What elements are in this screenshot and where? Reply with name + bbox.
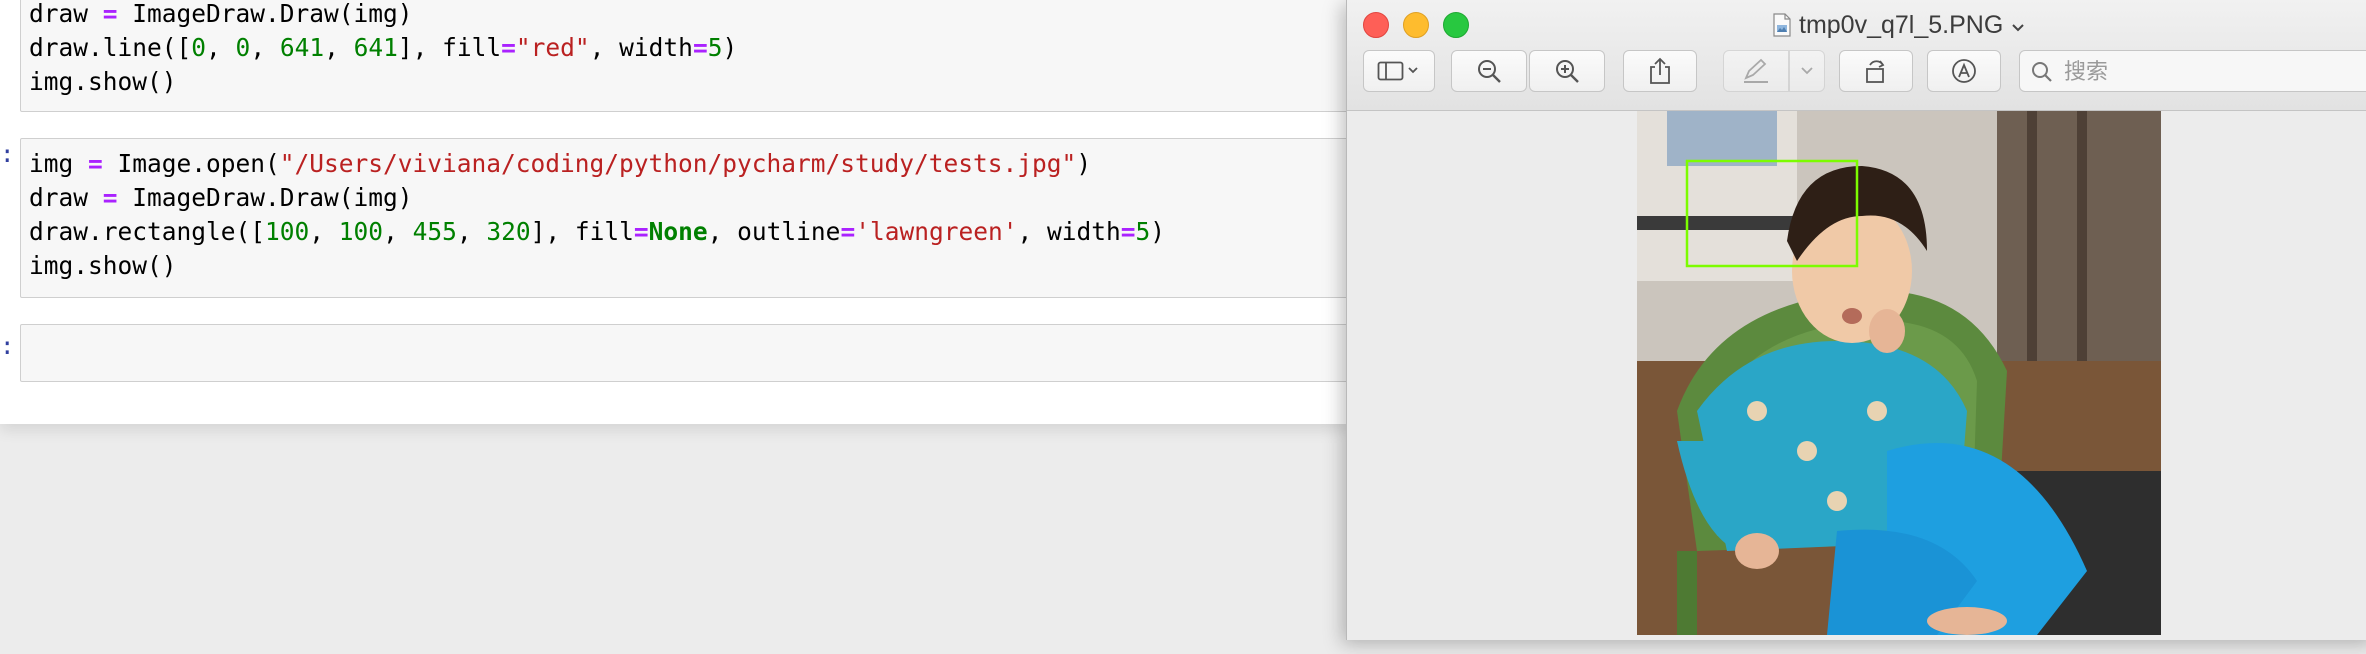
maximize-window-button[interactable] bbox=[1443, 12, 1469, 38]
zoom-out-button[interactable] bbox=[1451, 50, 1527, 92]
zoom-in-icon bbox=[1554, 58, 1580, 84]
window-titlebar[interactable]: tmp0v_q7l_5.PNG bbox=[1347, 0, 2366, 111]
code-cell-1[interactable]: draw = ImageDraw.Draw(img) draw.line([0,… bbox=[20, 0, 1350, 112]
cell-2-prompt: : bbox=[0, 140, 15, 168]
preview-window: tmp0v_q7l_5.PNG bbox=[1346, 0, 2366, 640]
markup-dropdown-button[interactable] bbox=[1789, 50, 1825, 92]
chevron-down-icon[interactable] bbox=[2011, 11, 2025, 40]
png-file-icon bbox=[1773, 13, 1791, 37]
cell-3-prompt: : bbox=[0, 332, 15, 360]
search-input[interactable] bbox=[2062, 55, 2366, 89]
code-cell-1-source[interactable]: draw = ImageDraw.Draw(img) draw.line([0,… bbox=[29, 0, 737, 99]
chevron-down-icon bbox=[1800, 66, 1814, 76]
share-icon bbox=[1648, 57, 1672, 85]
rotate-button[interactable] bbox=[1839, 50, 1913, 92]
rotate-icon bbox=[1862, 57, 1890, 85]
code-line: img.show() bbox=[29, 251, 177, 280]
image-canvas[interactable] bbox=[1347, 111, 2366, 640]
code-line: img = Image.open("/Users/viviana/coding/… bbox=[29, 149, 1092, 178]
annotate-icon bbox=[1950, 57, 1978, 85]
sidebar-icon bbox=[1377, 60, 1421, 82]
markup-pen-icon bbox=[1742, 58, 1770, 84]
search-icon bbox=[2030, 60, 2054, 88]
zoom-in-button[interactable] bbox=[1529, 50, 1605, 92]
close-window-button[interactable] bbox=[1363, 12, 1389, 38]
window-title-text: tmp0v_q7l_5.PNG bbox=[1799, 10, 2004, 39]
minimize-window-button[interactable] bbox=[1403, 12, 1429, 38]
share-button[interactable] bbox=[1623, 50, 1697, 92]
search-field[interactable] bbox=[2019, 50, 2366, 92]
code-cell-3-empty[interactable] bbox=[20, 324, 1350, 382]
annotate-button[interactable] bbox=[1927, 50, 2001, 92]
displayed-photo bbox=[1637, 111, 2161, 635]
code-cell-2-source[interactable]: img = Image.open("/Users/viviana/coding/… bbox=[29, 147, 1165, 283]
window-title[interactable]: tmp0v_q7l_5.PNG bbox=[1773, 10, 2025, 40]
jupyter-notebook: draw = ImageDraw.Draw(img) draw.line([0,… bbox=[0, 0, 1350, 424]
code-cell-2[interactable]: img = Image.open("/Users/viviana/coding/… bbox=[20, 138, 1350, 298]
markup-button[interactable] bbox=[1723, 50, 1789, 92]
code-line: draw.line([0, 0, 641, 641], fill="red", … bbox=[29, 33, 738, 62]
code-line: draw.rectangle([100, 100, 455, 320], fil… bbox=[29, 217, 1166, 246]
code-line: draw = ImageDraw.Draw(img) bbox=[29, 0, 413, 28]
code-line: draw = ImageDraw.Draw(img) bbox=[29, 183, 413, 212]
zoom-out-icon bbox=[1476, 58, 1502, 84]
code-line: img.show() bbox=[29, 67, 177, 96]
sidebar-toggle-button[interactable] bbox=[1363, 50, 1435, 92]
